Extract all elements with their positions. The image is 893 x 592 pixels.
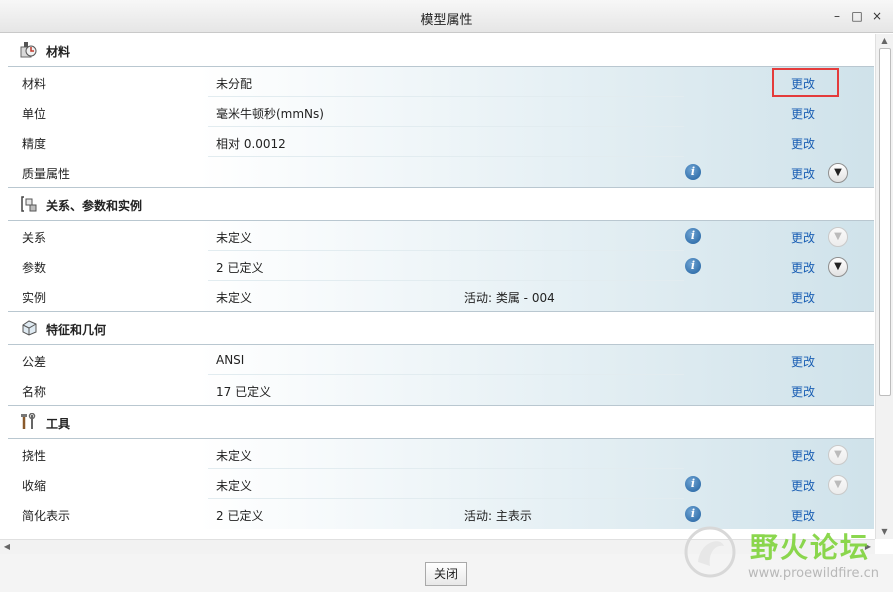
change-simplified-rep-link[interactable]: 更改	[791, 507, 815, 524]
change-flexibility-link[interactable]: 更改	[791, 447, 815, 464]
info-icon[interactable]: i	[685, 164, 701, 180]
property-value: 2 已定义	[216, 509, 264, 523]
property-row-simplified-rep: 简化表示 2 已定义 活动: 主表示 i 更改	[8, 499, 874, 529]
tools-icon	[21, 413, 36, 429]
property-name: 收缩	[22, 479, 47, 493]
section-title: 工具	[46, 417, 71, 431]
property-row-accuracy: 精度 相对 0.0012 更改	[8, 127, 874, 157]
chevron-down-icon[interactable]: ▼	[828, 163, 848, 183]
property-value: 相对 0.0012	[216, 137, 286, 151]
property-name: 材料	[22, 77, 47, 91]
section-title: 特征和几何	[46, 323, 107, 337]
property-value: 未定义	[216, 231, 253, 245]
window-title: 模型属性	[420, 13, 473, 28]
property-row-flexibility: 挠性 未定义 更改 ▼	[8, 439, 874, 469]
property-name: 关系	[22, 231, 47, 245]
change-mass-properties-link[interactable]: 更改	[791, 165, 815, 182]
chevron-down-icon[interactable]: ▼	[828, 445, 848, 465]
property-name: 简化表示	[22, 509, 71, 523]
property-row-parameters: 参数 2 已定义 i 更改 ▼	[8, 251, 874, 281]
property-name: 实例	[22, 291, 47, 305]
property-value: 毫米牛顿秒(mmNs)	[216, 107, 324, 121]
property-row-tolerance: 公差 ANSI 更改	[8, 345, 874, 375]
property-name: 质量属性	[22, 167, 71, 181]
highlight-box	[772, 68, 839, 97]
property-row-material: 材料 未分配 更改	[8, 67, 874, 97]
property-name: 公差	[22, 355, 47, 369]
property-value: 未定义	[216, 291, 253, 305]
change-parameters-link[interactable]: 更改	[791, 259, 815, 276]
change-instances-link[interactable]: 更改	[791, 289, 815, 306]
property-value: 2 已定义	[216, 261, 264, 275]
info-icon[interactable]: i	[685, 258, 701, 274]
chevron-down-icon[interactable]: ▼	[828, 475, 848, 495]
properties-panel: 材料 材料 未分配 更改 单位 毫米牛顿秒(mmNs) 更改 精度 相对 0.0…	[8, 34, 874, 539]
property-row-mass-properties: 质量属性 i 更改 ▼	[8, 157, 874, 188]
section-tools: 工具 挠性 未定义 更改 ▼ 收缩 未定义 i 更改 ▼ 简化表示 2 已定义 …	[8, 406, 874, 529]
change-accuracy-link[interactable]: 更改	[791, 135, 815, 152]
property-value: 17 已定义	[216, 385, 272, 399]
minimize-button[interactable]: –	[830, 9, 844, 23]
close-window-button[interactable]: ×	[870, 9, 884, 23]
dialog-footer: 关闭	[0, 554, 893, 592]
change-units-link[interactable]: 更改	[791, 105, 815, 122]
section-relations-parameters: 关系、参数和实例 关系 未定义 i 更改 ▼ 参数 2 已定义 i 更改 ▼ 实…	[8, 188, 874, 312]
change-relations-link[interactable]: 更改	[791, 229, 815, 246]
change-names-link[interactable]: 更改	[791, 383, 815, 400]
section-title: 关系、参数和实例	[46, 199, 143, 213]
horizontal-scrollbar[interactable]: ◀ ▶	[0, 539, 875, 554]
property-row-units: 单位 毫米牛顿秒(mmNs) 更改	[8, 97, 874, 127]
scroll-thumb[interactable]	[879, 48, 891, 396]
section-header: 材料	[8, 34, 874, 67]
scroll-left-icon[interactable]: ◀	[0, 540, 14, 554]
vertical-scrollbar[interactable]: ▲ ▼	[875, 34, 893, 539]
property-name: 单位	[22, 107, 47, 121]
scroll-up-icon[interactable]: ▲	[876, 34, 893, 48]
section-header: 关系、参数和实例	[8, 188, 874, 221]
scroll-down-icon[interactable]: ▼	[876, 525, 893, 539]
chevron-down-icon[interactable]: ▼	[828, 257, 848, 277]
material-icon	[20, 42, 37, 58]
property-row-instances: 实例 未定义 活动: 类属 - 004 更改	[8, 281, 874, 312]
property-row-names: 名称 17 已定义 更改	[8, 375, 874, 406]
property-extra: 活动: 主表示	[464, 509, 532, 523]
change-tolerance-link[interactable]: 更改	[791, 353, 815, 370]
relations-icon	[21, 196, 37, 212]
property-row-shrinkage: 收缩 未定义 i 更改 ▼	[8, 469, 874, 499]
property-value: 未定义	[216, 479, 253, 493]
section-material: 材料 材料 未分配 更改 单位 毫米牛顿秒(mmNs) 更改 精度 相对 0.0…	[8, 34, 874, 188]
property-row-relations: 关系 未定义 i 更改 ▼	[8, 221, 874, 251]
info-icon[interactable]: i	[685, 228, 701, 244]
chevron-down-icon[interactable]: ▼	[828, 227, 848, 247]
maximize-button[interactable]: □	[850, 9, 864, 23]
property-name: 挠性	[22, 449, 47, 463]
section-feature-geometry: 特征和几何 公差 ANSI 更改 名称 17 已定义 更改	[8, 312, 874, 406]
property-extra: 活动: 类属 - 004	[464, 291, 555, 305]
title-bar: 模型属性 – □ ×	[0, 0, 893, 33]
close-button[interactable]: 关闭	[425, 562, 467, 586]
scroll-right-icon[interactable]: ▶	[861, 540, 875, 554]
section-header: 工具	[8, 406, 874, 439]
property-name: 参数	[22, 261, 47, 275]
section-header: 特征和几何	[8, 312, 874, 345]
property-name: 名称	[22, 385, 47, 399]
info-icon[interactable]: i	[685, 506, 701, 522]
change-shrinkage-link[interactable]: 更改	[791, 477, 815, 494]
property-value: ANSI	[216, 353, 245, 367]
property-value: 未分配	[216, 77, 253, 91]
property-value: 未定义	[216, 449, 253, 463]
info-icon[interactable]: i	[685, 476, 701, 492]
feature-geometry-icon	[22, 320, 37, 336]
section-title: 材料	[46, 45, 71, 59]
property-name: 精度	[22, 137, 47, 151]
